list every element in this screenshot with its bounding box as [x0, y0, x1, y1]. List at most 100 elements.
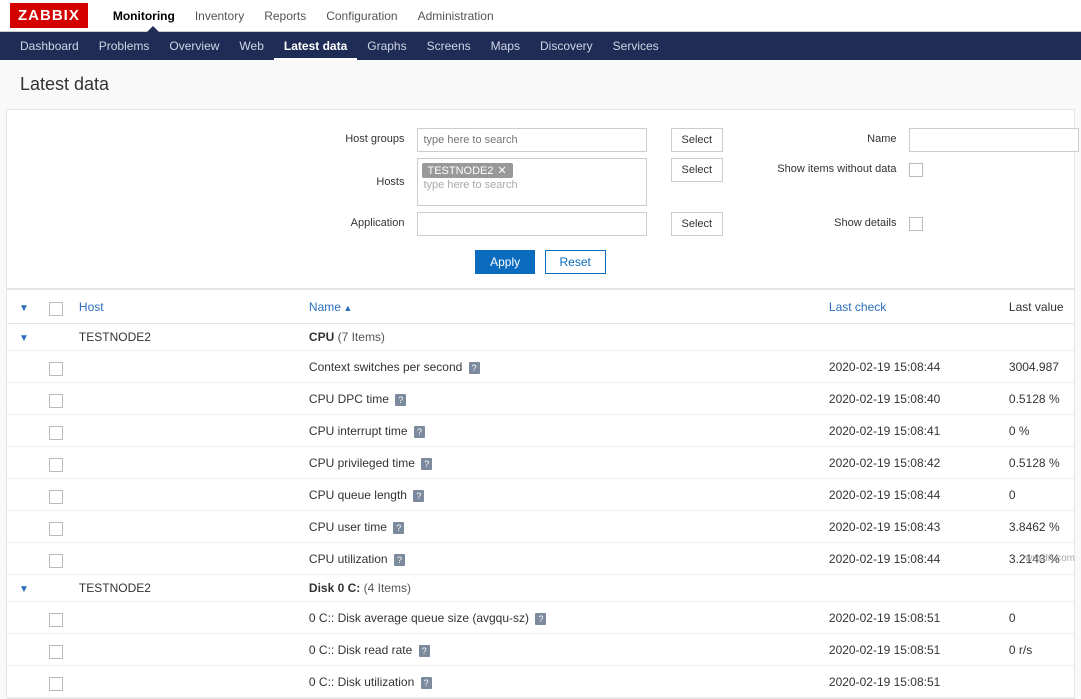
item-row: CPU DPC time ?2020-02-19 15:08:400.5128 …: [7, 383, 1074, 415]
item-last-check: 2020-02-19 15:08:42: [821, 447, 1001, 479]
reset-button[interactable]: Reset: [545, 250, 606, 274]
topnav-inventory[interactable]: Inventory: [185, 1, 254, 31]
sub-nav-bar: Dashboard Problems Overview Web Latest d…: [0, 32, 1081, 60]
subnav-maps[interactable]: Maps: [481, 32, 530, 60]
row-checkbox[interactable]: [49, 490, 63, 504]
col-host[interactable]: Host: [71, 290, 301, 324]
row-checkbox[interactable]: [49, 458, 63, 472]
host-link[interactable]: TESTNODE2: [71, 324, 301, 351]
collapse-icon[interactable]: ▼: [15, 584, 33, 595]
label-show-wo-data: Show items without data: [725, 158, 905, 180]
col-name[interactable]: Name: [301, 290, 821, 324]
item-row: CPU user time ?2020-02-19 15:08:433.8462…: [7, 511, 1074, 543]
label-show-details: Show details: [725, 212, 905, 234]
subnav-screens[interactable]: Screens: [417, 32, 481, 60]
item-name: CPU interrupt time ?: [301, 415, 821, 447]
info-icon[interactable]: ?: [421, 458, 432, 470]
collapse-all-icon[interactable]: ▼: [15, 303, 33, 314]
footer-note: wsxdn.com: [1025, 553, 1075, 564]
item-last-value: 0.5128 %: [1001, 383, 1074, 415]
filter-panel: Host groups Select Name Hosts TESTNODE2✕…: [6, 109, 1075, 289]
item-last-value: 0: [1001, 602, 1074, 634]
item-last-check: 2020-02-19 15:08:44: [821, 543, 1001, 575]
hosts-placeholder: type here to search: [421, 179, 518, 191]
item-last-value: 3.8462 %: [1001, 511, 1074, 543]
info-icon[interactable]: ?: [421, 677, 432, 689]
info-icon[interactable]: ?: [393, 522, 404, 534]
item-name: 0 C:: Disk utilization ?: [301, 666, 821, 698]
data-table: ▼ Host Name Last check Last value ▼TESTN…: [6, 289, 1075, 699]
subnav-latest-data[interactable]: Latest data: [274, 32, 357, 60]
label-name: Name: [725, 128, 905, 150]
info-icon[interactable]: ?: [395, 394, 406, 406]
close-icon[interactable]: ✕: [498, 165, 507, 177]
group-row: ▼TESTNODE2CPU (7 Items): [7, 324, 1074, 351]
host-tag[interactable]: TESTNODE2✕: [422, 163, 513, 178]
item-name: 0 C:: Disk average queue size (avgqu-sz)…: [301, 602, 821, 634]
row-checkbox[interactable]: [49, 613, 63, 627]
host-link[interactable]: TESTNODE2: [71, 575, 301, 602]
item-name: CPU DPC time ?: [301, 383, 821, 415]
topnav-administration[interactable]: Administration: [408, 1, 504, 31]
row-checkbox[interactable]: [49, 394, 63, 408]
topnav-reports[interactable]: Reports: [254, 1, 316, 31]
info-icon[interactable]: ?: [394, 554, 405, 566]
item-row: CPU privileged time ?2020-02-19 15:08:42…: [7, 447, 1074, 479]
hosts-select-button[interactable]: Select: [671, 158, 724, 182]
item-row: 0 C:: Disk read rate ?2020-02-19 15:08:5…: [7, 634, 1074, 666]
item-name: 0 C:: Disk read rate ?: [301, 634, 821, 666]
topnav-monitoring[interactable]: Monitoring: [103, 1, 185, 31]
show-wo-data-checkbox[interactable]: [909, 163, 923, 177]
hosts-input[interactable]: TESTNODE2✕ type here to search: [417, 158, 647, 206]
subnav-discovery[interactable]: Discovery: [530, 32, 603, 60]
subnav-overview[interactable]: Overview: [159, 32, 229, 60]
info-icon[interactable]: ?: [414, 426, 425, 438]
show-details-checkbox[interactable]: [909, 217, 923, 231]
item-last-value: 0.5128 %: [1001, 447, 1074, 479]
item-name: CPU user time ?: [301, 511, 821, 543]
info-icon[interactable]: ?: [535, 613, 546, 625]
application-select-button[interactable]: Select: [671, 212, 724, 236]
item-last-value: 0 %: [1001, 415, 1074, 447]
select-all-checkbox[interactable]: [49, 302, 63, 316]
subnav-dashboard[interactable]: Dashboard: [10, 32, 89, 60]
row-checkbox[interactable]: [49, 677, 63, 691]
col-last-check[interactable]: Last check: [821, 290, 1001, 324]
item-last-value: 0 r/s: [1001, 634, 1074, 666]
info-icon[interactable]: ?: [413, 490, 424, 502]
item-row: 0 C:: Disk utilization ?2020-02-19 15:08…: [7, 666, 1074, 698]
info-icon[interactable]: ?: [419, 645, 430, 657]
item-name: Context switches per second ?: [301, 351, 821, 383]
subnav-services[interactable]: Services: [603, 32, 669, 60]
group-row: ▼TESTNODE2Disk 0 C: (4 Items): [7, 575, 1074, 602]
subnav-graphs[interactable]: Graphs: [357, 32, 416, 60]
application-input[interactable]: [417, 212, 647, 236]
label-hosts: Hosts: [0, 171, 413, 193]
row-checkbox[interactable]: [49, 362, 63, 376]
row-checkbox[interactable]: [49, 645, 63, 659]
item-row: CPU utilization ?2020-02-19 15:08:443.21…: [7, 543, 1074, 575]
row-checkbox[interactable]: [49, 522, 63, 536]
item-name: CPU queue length ?: [301, 479, 821, 511]
top-nav-bar: ZABBIX Monitoring Inventory Reports Conf…: [0, 0, 1081, 32]
item-row: CPU queue length ?2020-02-19 15:08:440: [7, 479, 1074, 511]
item-last-value: [1001, 666, 1074, 698]
apply-button[interactable]: Apply: [475, 250, 535, 274]
host-groups-select-button[interactable]: Select: [671, 128, 724, 152]
name-input[interactable]: [909, 128, 1079, 152]
label-application: Application: [0, 212, 413, 234]
info-icon[interactable]: ?: [469, 362, 480, 374]
host-groups-input[interactable]: [417, 128, 647, 152]
brand-logo: ZABBIX: [10, 3, 88, 28]
page-title: Latest data: [0, 60, 1081, 109]
item-last-check: 2020-02-19 15:08:43: [821, 511, 1001, 543]
subnav-problems[interactable]: Problems: [89, 32, 160, 60]
label-host-groups: Host groups: [0, 128, 413, 150]
item-last-check: 2020-02-19 15:08:40: [821, 383, 1001, 415]
subnav-web[interactable]: Web: [229, 32, 273, 60]
topnav-configuration[interactable]: Configuration: [316, 1, 407, 31]
item-row: CPU interrupt time ?2020-02-19 15:08:410…: [7, 415, 1074, 447]
item-row: 0 C:: Disk average queue size (avgqu-sz)…: [7, 602, 1074, 634]
row-checkbox[interactable]: [49, 426, 63, 440]
collapse-icon[interactable]: ▼: [15, 333, 33, 344]
